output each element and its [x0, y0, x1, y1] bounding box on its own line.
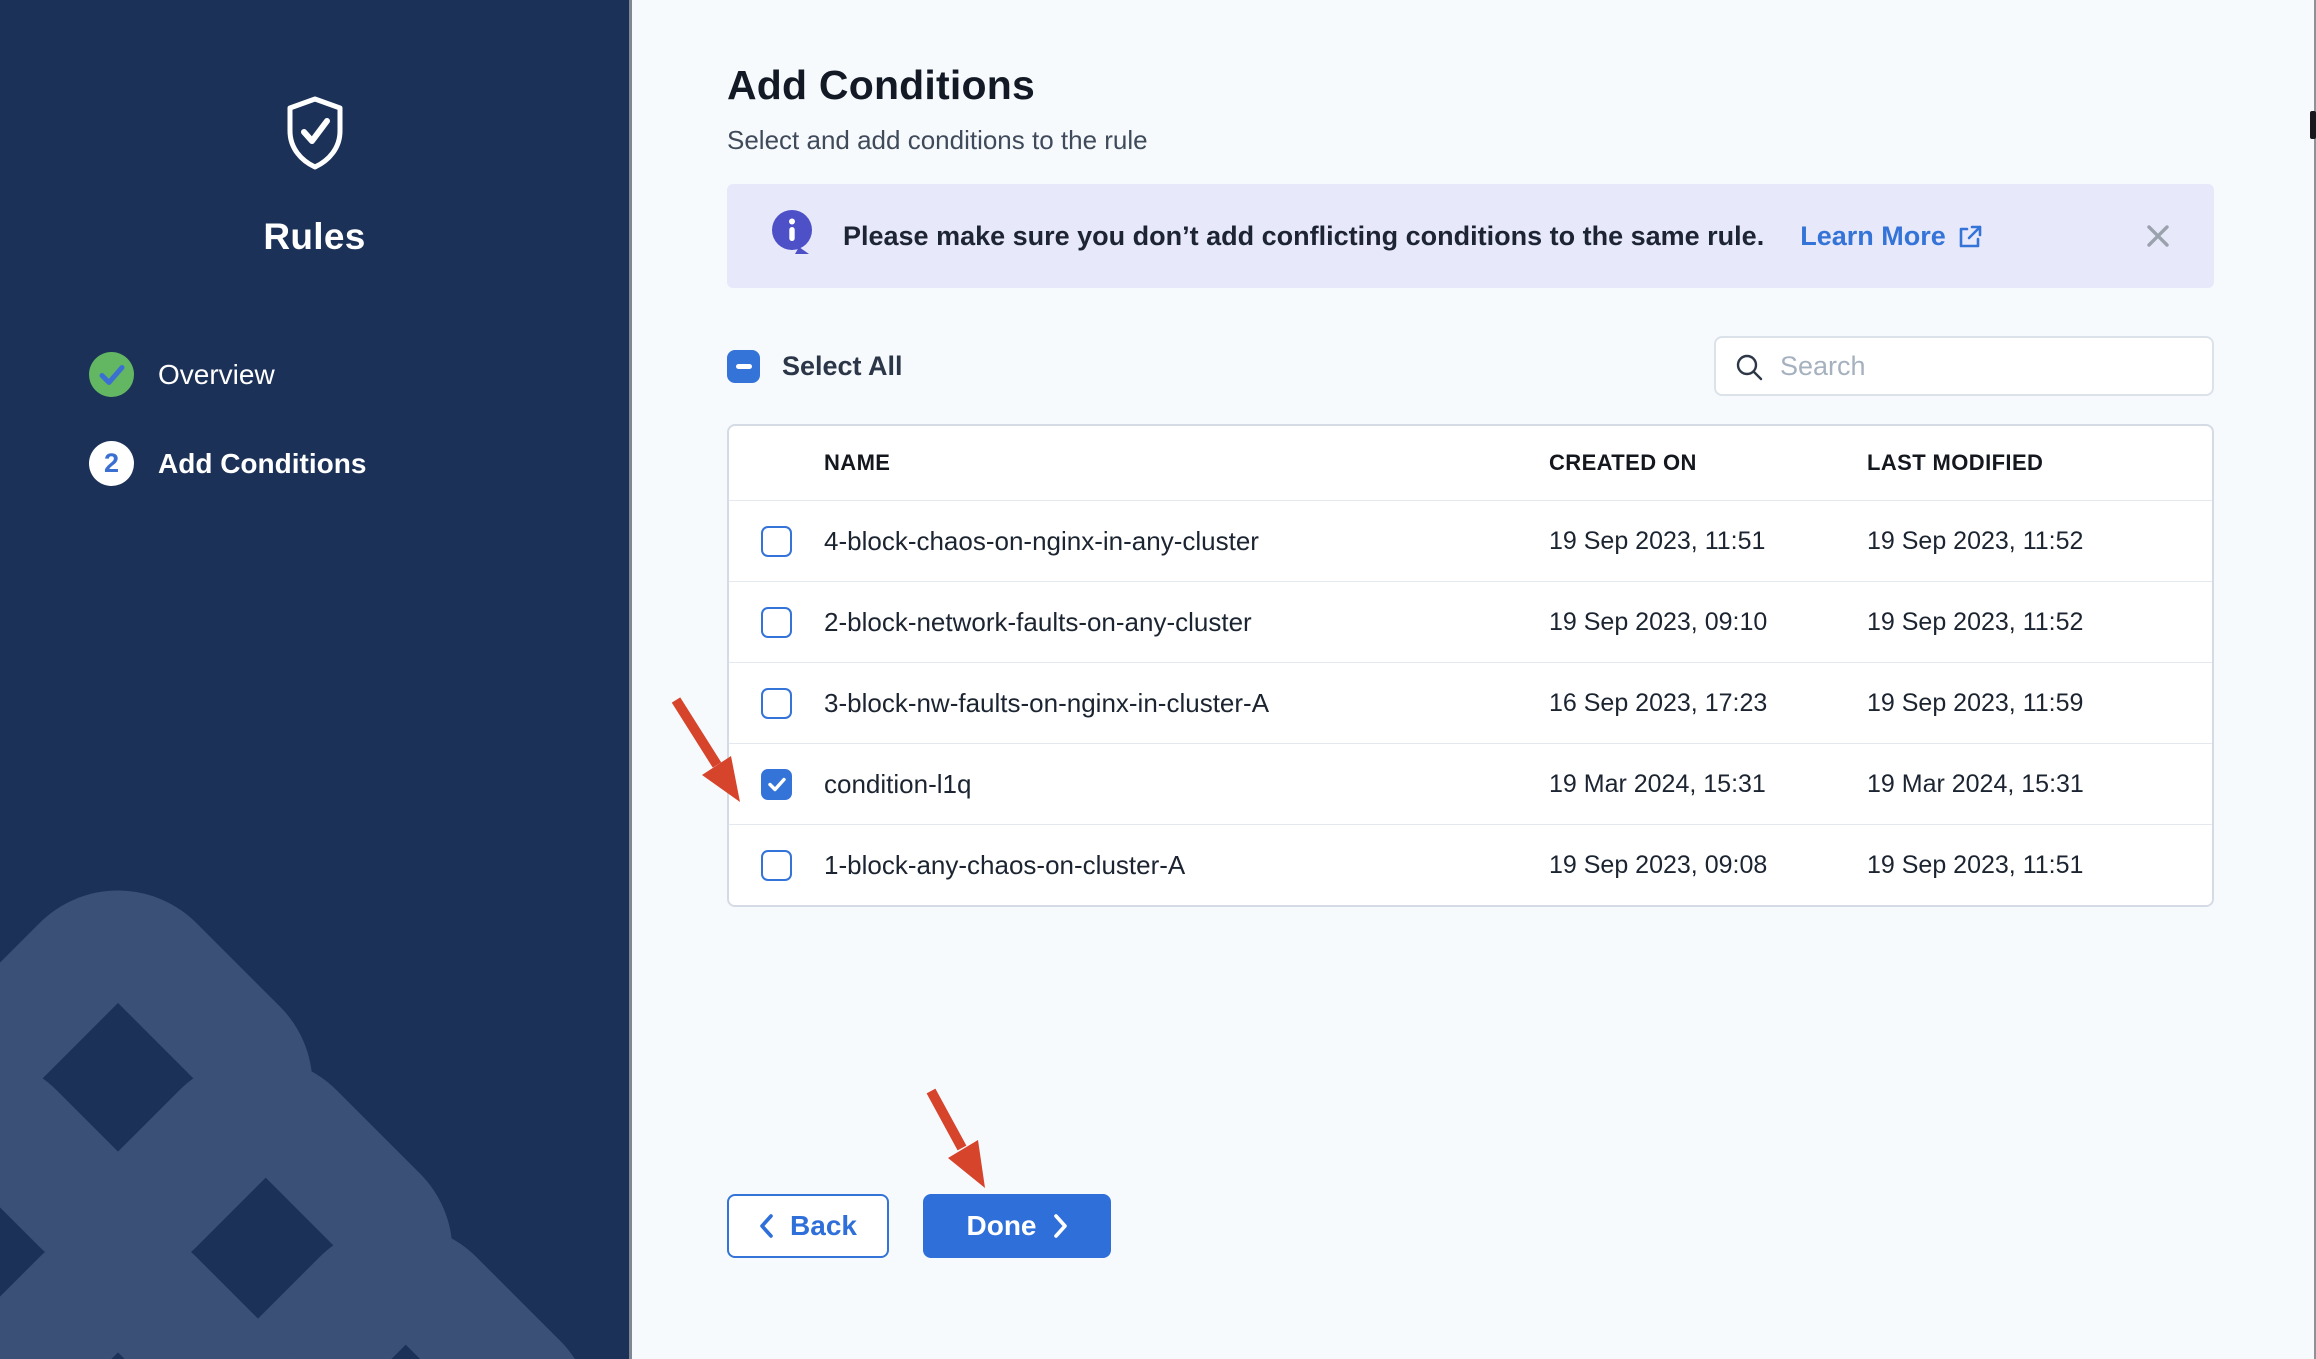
learn-more-link[interactable]: Learn More	[1800, 221, 1983, 252]
banner-close-button[interactable]	[2138, 216, 2178, 256]
page-title: Add Conditions	[727, 62, 2214, 109]
step-overview-label: Overview	[158, 359, 275, 391]
sidebar-brand: Rules	[0, 95, 629, 258]
checkmark-icon	[768, 777, 786, 792]
table-row[interactable]: 1-block-any-chaos-on-cluster-A 19 Sep 20…	[729, 824, 2212, 905]
created-on-value: 19 Sep 2023, 09:10	[1549, 608, 1867, 637]
step-complete-icon	[89, 352, 134, 397]
wizard-steps: Overview 2 Add Conditions	[89, 352, 366, 486]
step-number-badge: 2	[89, 441, 134, 486]
table-row[interactable]: 4-block-chaos-on-nginx-in-any-cluster 19…	[729, 500, 2212, 581]
wizard-footer: Back Done	[727, 1194, 2214, 1258]
page-subtitle: Select and add conditions to the rule	[727, 125, 2214, 156]
indeterminate-checkbox-icon	[727, 350, 760, 383]
info-icon	[771, 210, 815, 263]
table-header: NAME CREATED ON LAST MODIFIED	[729, 426, 2212, 500]
step-overview[interactable]: Overview	[89, 352, 366, 397]
row-checkbox[interactable]	[761, 607, 792, 638]
table-row[interactable]: 2-block-network-faults-on-any-cluster 19…	[729, 581, 2212, 662]
search-input[interactable]	[1714, 336, 2214, 396]
done-button[interactable]: Done	[923, 1194, 1111, 1258]
created-on-value: 19 Sep 2023, 09:08	[1549, 851, 1867, 880]
created-on-value: 16 Sep 2023, 17:23	[1549, 689, 1867, 718]
chevron-right-icon	[1053, 1213, 1068, 1239]
condition-name: condition-l1q	[824, 769, 1549, 800]
created-on-value: 19 Sep 2023, 11:51	[1549, 527, 1867, 556]
condition-name: 4-block-chaos-on-nginx-in-any-cluster	[824, 526, 1549, 557]
last-modified-value: 19 Mar 2024, 15:31	[1867, 770, 2212, 799]
row-checkbox[interactable]	[761, 526, 792, 557]
last-modified-value: 19 Sep 2023, 11:52	[1867, 608, 2212, 637]
info-banner: Please make sure you don’t add conflicti…	[727, 184, 2214, 288]
scrollbar-thumb[interactable]	[2310, 111, 2316, 139]
table-controls: Select All	[727, 336, 2214, 396]
close-icon	[2145, 223, 2171, 249]
main-panel: Add Conditions Select and add conditions…	[632, 0, 2316, 1359]
column-created-on: CREATED ON	[1549, 450, 1867, 476]
wizard-sidebar: Rules Overview 2 Add Conditions	[0, 0, 632, 1359]
condition-name: 2-block-network-faults-on-any-cluster	[824, 607, 1549, 638]
step-add-conditions-label: Add Conditions	[158, 448, 366, 480]
row-checkbox[interactable]	[761, 688, 792, 719]
last-modified-value: 19 Sep 2023, 11:59	[1867, 689, 2212, 718]
created-on-value: 19 Mar 2024, 15:31	[1549, 770, 1867, 799]
condition-name: 1-block-any-chaos-on-cluster-A	[824, 850, 1549, 881]
back-button[interactable]: Back	[727, 1194, 889, 1258]
select-all-label: Select All	[782, 351, 903, 382]
banner-message: Please make sure you don’t add conflicti…	[843, 221, 1764, 252]
last-modified-value: 19 Sep 2023, 11:51	[1867, 851, 2212, 880]
column-last-modified: LAST MODIFIED	[1867, 450, 2212, 476]
search-box	[1714, 336, 2214, 396]
row-checkbox[interactable]	[761, 850, 792, 881]
row-checkbox[interactable]	[761, 769, 792, 800]
table-body: 4-block-chaos-on-nginx-in-any-cluster 19…	[729, 500, 2212, 905]
external-link-icon	[1956, 223, 1983, 250]
table-row[interactable]: condition-l1q 19 Mar 2024, 15:31 19 Mar …	[729, 743, 2212, 824]
table-row[interactable]: 3-block-nw-faults-on-nginx-in-cluster-A …	[729, 662, 2212, 743]
sidebar-title: Rules	[0, 216, 629, 258]
select-all-checkbox[interactable]: Select All	[727, 350, 903, 383]
conditions-table: NAME CREATED ON LAST MODIFIED 4-block-ch…	[727, 424, 2214, 907]
shield-check-icon	[283, 95, 347, 176]
last-modified-value: 19 Sep 2023, 11:52	[1867, 527, 2212, 556]
step-add-conditions[interactable]: 2 Add Conditions	[89, 441, 366, 486]
condition-name: 3-block-nw-faults-on-nginx-in-cluster-A	[824, 688, 1549, 719]
column-name: NAME	[824, 450, 1549, 476]
chevron-left-icon	[759, 1213, 774, 1239]
app-window: Rules Overview 2 Add Conditions Add Cond…	[0, 0, 2316, 1359]
